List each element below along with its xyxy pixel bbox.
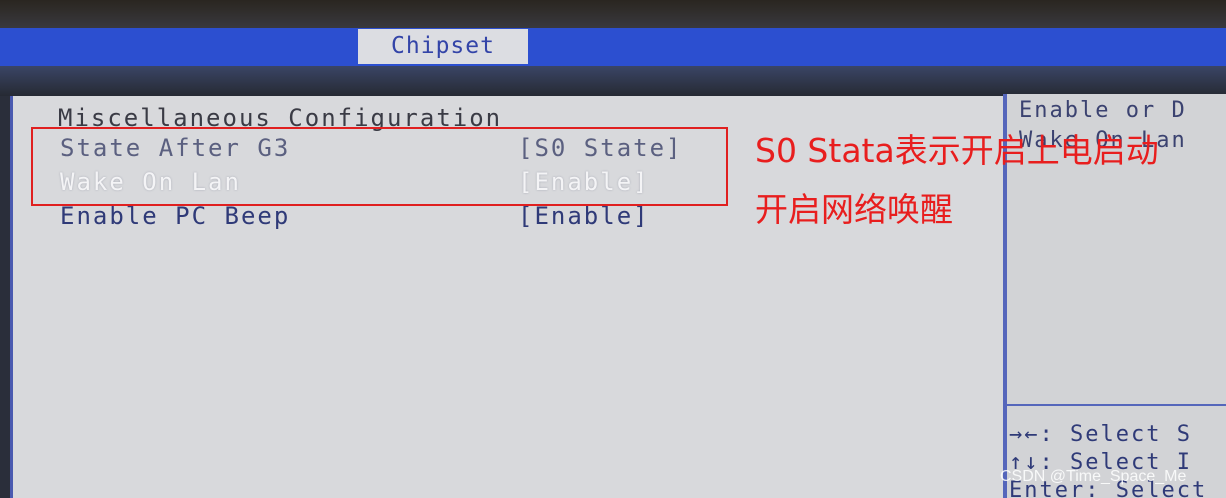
annotation-text-s0-state: S0 Stata表示开启上电启动 [755, 131, 1159, 170]
bios-menu-bar [0, 28, 1226, 66]
tab-chipset[interactable]: Chipset [358, 29, 528, 64]
watermark: CSDN @Time_Space_Me [1000, 468, 1187, 485]
annotation-highlight-box [31, 127, 728, 206]
screen-bezel-left [0, 96, 10, 498]
help-divider [1007, 404, 1226, 406]
setting-value[interactable]: [Enable] [518, 202, 650, 230]
annotation-text-wake-on-lan: 开启网络唤醒 [755, 190, 953, 229]
setting-label: Enable PC Beep [60, 202, 291, 230]
key-hint-select-screen: →←: Select S [1009, 422, 1192, 447]
screen-bezel-top [0, 0, 1226, 30]
header-band [0, 66, 1226, 96]
help-text: Enable or D [1019, 98, 1187, 123]
